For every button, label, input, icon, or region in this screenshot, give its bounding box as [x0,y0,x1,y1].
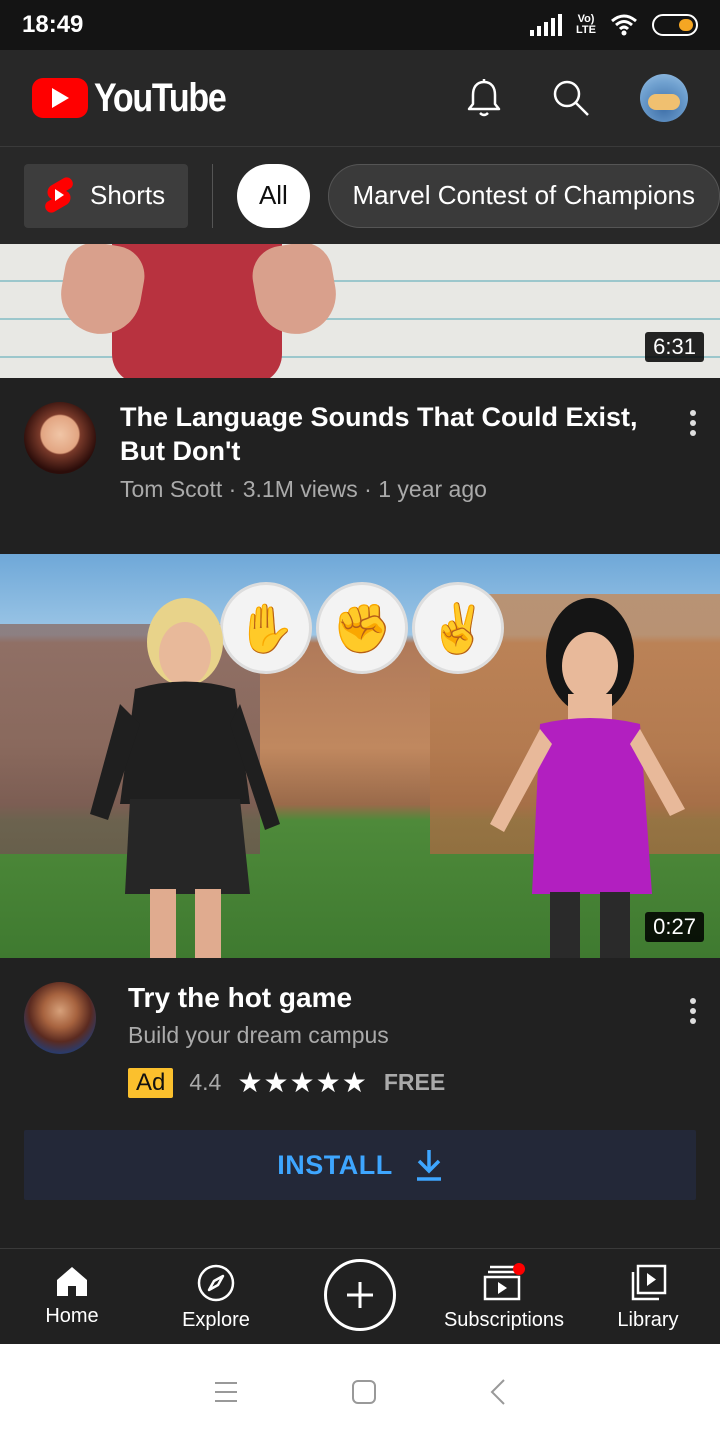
back-icon[interactable] [489,1378,507,1406]
nav-home-label: Home [45,1304,99,1327]
subscriptions-icon [483,1262,525,1300]
nav-subscriptions[interactable]: Subscriptions [432,1249,576,1345]
status-time: 18:49 [22,11,84,38]
character-dark-hair [490,598,685,958]
ad-meta[interactable]: Try the hot game Build your dream campus… [0,958,720,1248]
shorts-icon [45,176,73,213]
compass-icon [197,1264,235,1301]
status-icons: Vo) LTE [530,14,698,36]
download-icon [416,1150,441,1181]
separator-dot: · [228,476,243,502]
nav-library[interactable]: Library [576,1249,720,1345]
ad-badge: Ad [128,1067,174,1098]
star-rating-icon: ★★★★★ [237,1067,368,1098]
ad-price: FREE [383,1069,446,1095]
nav-create[interactable] [288,1249,432,1345]
ad-info-row: Ad 4.4 ★★★★★ FREE [128,1066,445,1099]
app-bar-actions [466,74,688,122]
home-icon [57,1266,87,1296]
chip-shorts-label: Shorts [90,180,166,210]
youtube-play-icon [32,78,88,118]
more-options-icon[interactable] [690,410,696,436]
wifi-icon [611,14,637,36]
video-title[interactable]: The Language Sounds That Could Exist, Bu… [120,400,640,468]
bell-icon[interactable] [466,78,502,118]
plus-icon [347,1281,373,1308]
chip-shorts[interactable]: Shorts [24,163,189,228]
account-avatar[interactable] [640,74,688,122]
ad-description: Build your dream campus [128,1022,389,1048]
video-channel: Tom Scott [120,476,223,502]
nav-explore-label: Explore [182,1308,250,1331]
ad-thumbnail[interactable]: ✋ ✊ ✌ 0:27 [0,554,720,958]
video-age: 1 year ago [378,476,487,502]
search-icon[interactable] [552,79,590,117]
youtube-logo[interactable]: YouTube [32,76,249,121]
chip-all[interactable]: All [237,163,310,228]
advertiser-avatar[interactable] [24,982,96,1054]
ad-title[interactable]: Try the hot game [128,982,352,1014]
ad-duration: 0:27 [645,912,704,942]
home-square-icon[interactable] [351,1379,377,1405]
video-views: 3.1M views [242,476,358,502]
lte-bottom-label: LTE [576,24,596,36]
status-bar: 18:49 Vo) LTE [0,0,720,50]
chip-divider [212,163,214,228]
nav-subscriptions-label: Subscriptions [443,1308,565,1331]
ad-more-options-icon[interactable] [690,998,696,1024]
install-label: INSTALL [277,1149,393,1180]
video-thumbnail[interactable]: 6:31 [0,244,720,378]
character-blonde [90,598,280,958]
channel-avatar[interactable] [24,402,96,474]
nav-home[interactable]: Home [0,1249,144,1345]
signal-icon [530,14,563,36]
install-button[interactable]: INSTALL [24,1130,696,1200]
nav-explore[interactable]: Explore [144,1249,288,1345]
logo-text: YouTube [94,75,227,120]
recent-apps-icon[interactable] [213,1380,239,1404]
lte-icon: Vo) LTE [576,14,596,36]
bottom-navigation: Home Explore Subscriptions Library [0,1248,720,1344]
create-button[interactable] [324,1258,396,1331]
chip-marvel-contest[interactable]: Marvel Contest of Champions [327,163,720,228]
ad-rating: 4.4 [189,1069,222,1095]
library-icon [631,1264,667,1300]
rock-hand-icon: ✊ [316,582,408,674]
video-duration: 6:31 [645,332,704,362]
system-navigation-bar [0,1344,720,1440]
battery-icon [652,14,698,36]
separator-dot: · [364,476,379,502]
filter-chips: Shorts All Marvel Contest of Champions [0,146,720,244]
video-subtitle: Tom Scott · 3.1M views · 1 year ago [120,476,487,503]
app-bar: YouTube [0,50,720,146]
nav-library-label: Library [617,1308,679,1331]
video-meta[interactable]: The Language Sounds That Could Exist, Bu… [0,378,720,552]
